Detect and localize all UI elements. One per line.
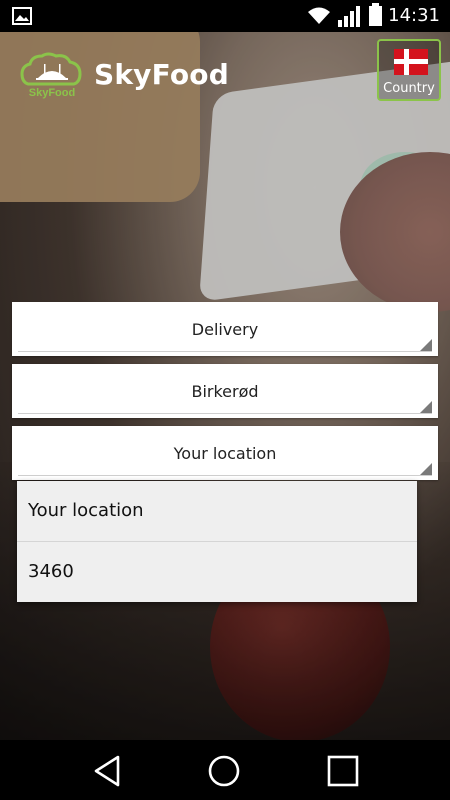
dropdown-value: Your location: [173, 444, 277, 463]
dropdown-underline: [18, 351, 432, 352]
app-brand-title: SkyFood: [94, 58, 229, 91]
back-icon[interactable]: [90, 754, 124, 788]
home-icon[interactable]: [207, 754, 241, 788]
location-options-popup: Your location 3460: [17, 481, 417, 602]
svg-text:SkyFood: SkyFood: [29, 87, 75, 99]
dropdown-value: Delivery: [191, 320, 259, 339]
status-bar: 14:31: [0, 0, 450, 32]
country-button[interactable]: Country: [377, 39, 441, 101]
location-option-label: 3460: [28, 561, 74, 582]
dropdown-value: Birkerød: [191, 382, 259, 401]
dropdown-arrow-icon: [420, 463, 432, 475]
location-option-label: Your location: [28, 500, 144, 521]
delivery-type-dropdown[interactable]: Delivery: [12, 302, 438, 356]
country-label: Country: [383, 81, 435, 96]
dropdown-arrow-icon: [420, 339, 432, 351]
android-nav-bar: [0, 740, 450, 800]
dropdown-underline: [18, 475, 432, 476]
location-dropdown[interactable]: Your location: [12, 426, 438, 480]
status-time: 14:31: [388, 5, 440, 26]
signal-icon: [338, 6, 360, 27]
wifi-icon: [308, 7, 330, 24]
skyfood-logo: SkyFood: [20, 52, 82, 99]
dropdown-arrow-icon: [420, 401, 432, 413]
city-dropdown[interactable]: Birkerød: [12, 364, 438, 418]
denmark-flag-icon: [394, 49, 428, 75]
image-icon: [12, 7, 32, 25]
location-option[interactable]: Your location: [17, 481, 417, 541]
recents-icon[interactable]: [326, 754, 360, 788]
location-option[interactable]: 3460: [17, 542, 417, 602]
battery-icon: [369, 3, 382, 26]
dropdown-underline: [18, 413, 432, 414]
